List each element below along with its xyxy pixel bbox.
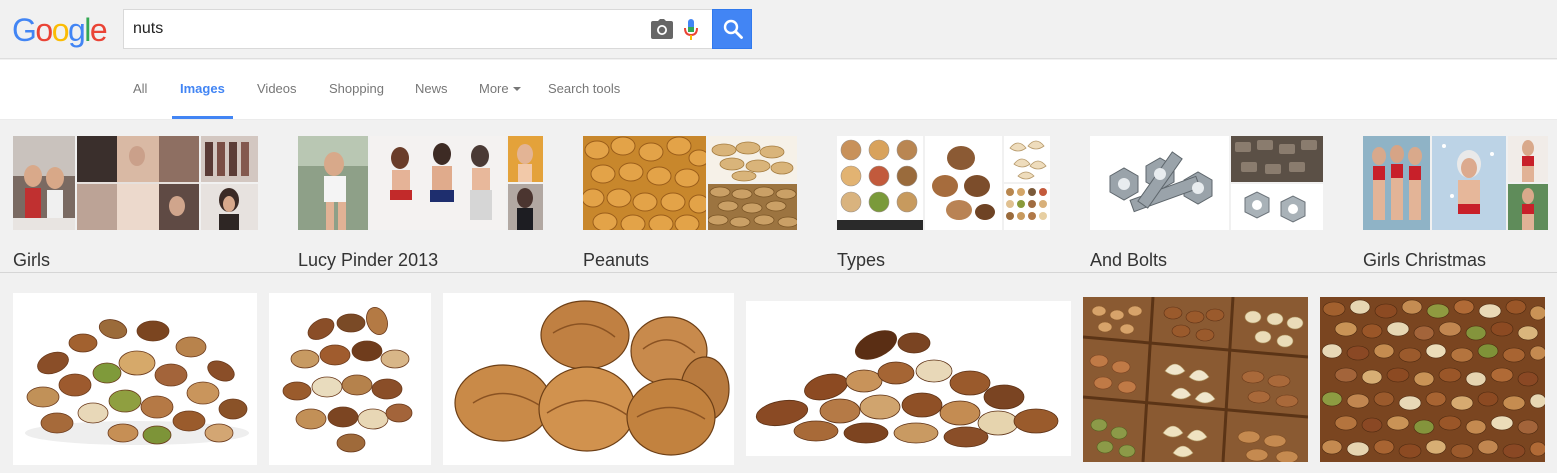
- search-icon: [723, 19, 743, 39]
- chip-thumbnail: [925, 136, 1002, 230]
- logo-letter: g: [67, 12, 86, 48]
- tab-videos[interactable]: Videos: [257, 81, 297, 96]
- image-result[interactable]: [746, 301, 1071, 456]
- caret-down-icon: [512, 86, 521, 91]
- search-input[interactable]: [133, 18, 633, 40]
- related-chip-peanuts[interactable]: Peanuts: [583, 136, 797, 270]
- chip-thumbnail: [370, 136, 506, 230]
- tab-shopping[interactable]: Shopping: [329, 81, 384, 96]
- result-image: [746, 301, 1071, 456]
- chip-thumbnail: [1231, 184, 1323, 230]
- image-result[interactable]: [443, 293, 734, 465]
- mic-icon[interactable]: [682, 18, 700, 42]
- related-chip-girls[interactable]: Girls: [13, 136, 258, 270]
- chip-thumbnail: [201, 136, 258, 182]
- image-result[interactable]: [1320, 297, 1545, 462]
- related-chip-types[interactable]: Types: [837, 136, 1050, 270]
- chip-thumbnail: [708, 136, 797, 182]
- chip-thumbnail: [1508, 184, 1548, 230]
- chip-thumbnail: [508, 136, 543, 182]
- chip-label: Lucy Pinder 2013: [298, 250, 439, 270]
- chip-thumbnail: [1432, 136, 1506, 230]
- google-logo[interactable]: Google: [12, 12, 108, 48]
- chip-thumbnail: [708, 184, 797, 230]
- logo-letter: o: [51, 12, 70, 48]
- image-result[interactable]: [13, 293, 257, 465]
- logo-letter: e: [89, 12, 108, 48]
- chip-label: Peanuts: [583, 250, 650, 270]
- chip-thumbnail: [1508, 136, 1548, 182]
- tab-more-label: More: [479, 81, 509, 96]
- chip-label: And Bolts: [1090, 250, 1168, 270]
- image-results: [0, 274, 1557, 473]
- chip-label: Types: [837, 250, 886, 270]
- chip-thumbnail: [837, 136, 923, 230]
- tab-more[interactable]: More: [479, 81, 521, 96]
- chip-thumbnail: [298, 136, 368, 230]
- active-tab-indicator: [172, 116, 233, 119]
- camera-icon[interactable]: [651, 19, 673, 39]
- related-chip-and-bolts[interactable]: And Bolts: [1090, 136, 1323, 270]
- result-image: [13, 293, 257, 465]
- chip-thumbnail: [1004, 184, 1050, 230]
- chip-thumbnail: [1004, 136, 1050, 182]
- chip-label: Girls Christmas: [1363, 250, 1487, 270]
- related-chip-lucy-pinder-2013[interactable]: Lucy Pinder 2013: [298, 136, 543, 270]
- search-button[interactable]: [712, 9, 752, 49]
- chip-thumbnail: [1231, 136, 1323, 182]
- chip-thumbnail: [201, 184, 258, 230]
- tab-images[interactable]: Images: [180, 81, 225, 96]
- image-result[interactable]: [1083, 297, 1308, 462]
- result-image: [1083, 297, 1308, 462]
- logo-letter: G: [12, 12, 37, 48]
- header: Google: [0, 0, 1557, 59]
- chip-thumbnail: [1363, 136, 1430, 230]
- related-searches: Girls Lucy Pinder 2013 Peanuts Types And…: [0, 121, 1557, 273]
- result-image: [1320, 297, 1545, 462]
- tab-news[interactable]: News: [415, 81, 448, 96]
- chip-thumbnail: [77, 136, 199, 230]
- search-box: [123, 9, 712, 49]
- chip-thumbnail: [1090, 136, 1229, 230]
- result-image: [269, 293, 431, 465]
- result-image: [443, 293, 734, 465]
- chip-label: Girls: [13, 250, 50, 270]
- tab-bar: All Images Videos Shopping News More Sea…: [0, 60, 1557, 120]
- chip-thumbnail: [508, 184, 543, 230]
- tab-search-tools[interactable]: Search tools: [548, 81, 620, 96]
- image-result[interactable]: [269, 293, 431, 465]
- chip-thumbnail: [583, 136, 706, 230]
- chip-thumbnail: [13, 136, 75, 230]
- related-chip-girls-christmas[interactable]: Girls Christmas: [1363, 136, 1548, 270]
- logo-letter: o: [35, 12, 53, 48]
- tab-all[interactable]: All: [133, 81, 147, 96]
